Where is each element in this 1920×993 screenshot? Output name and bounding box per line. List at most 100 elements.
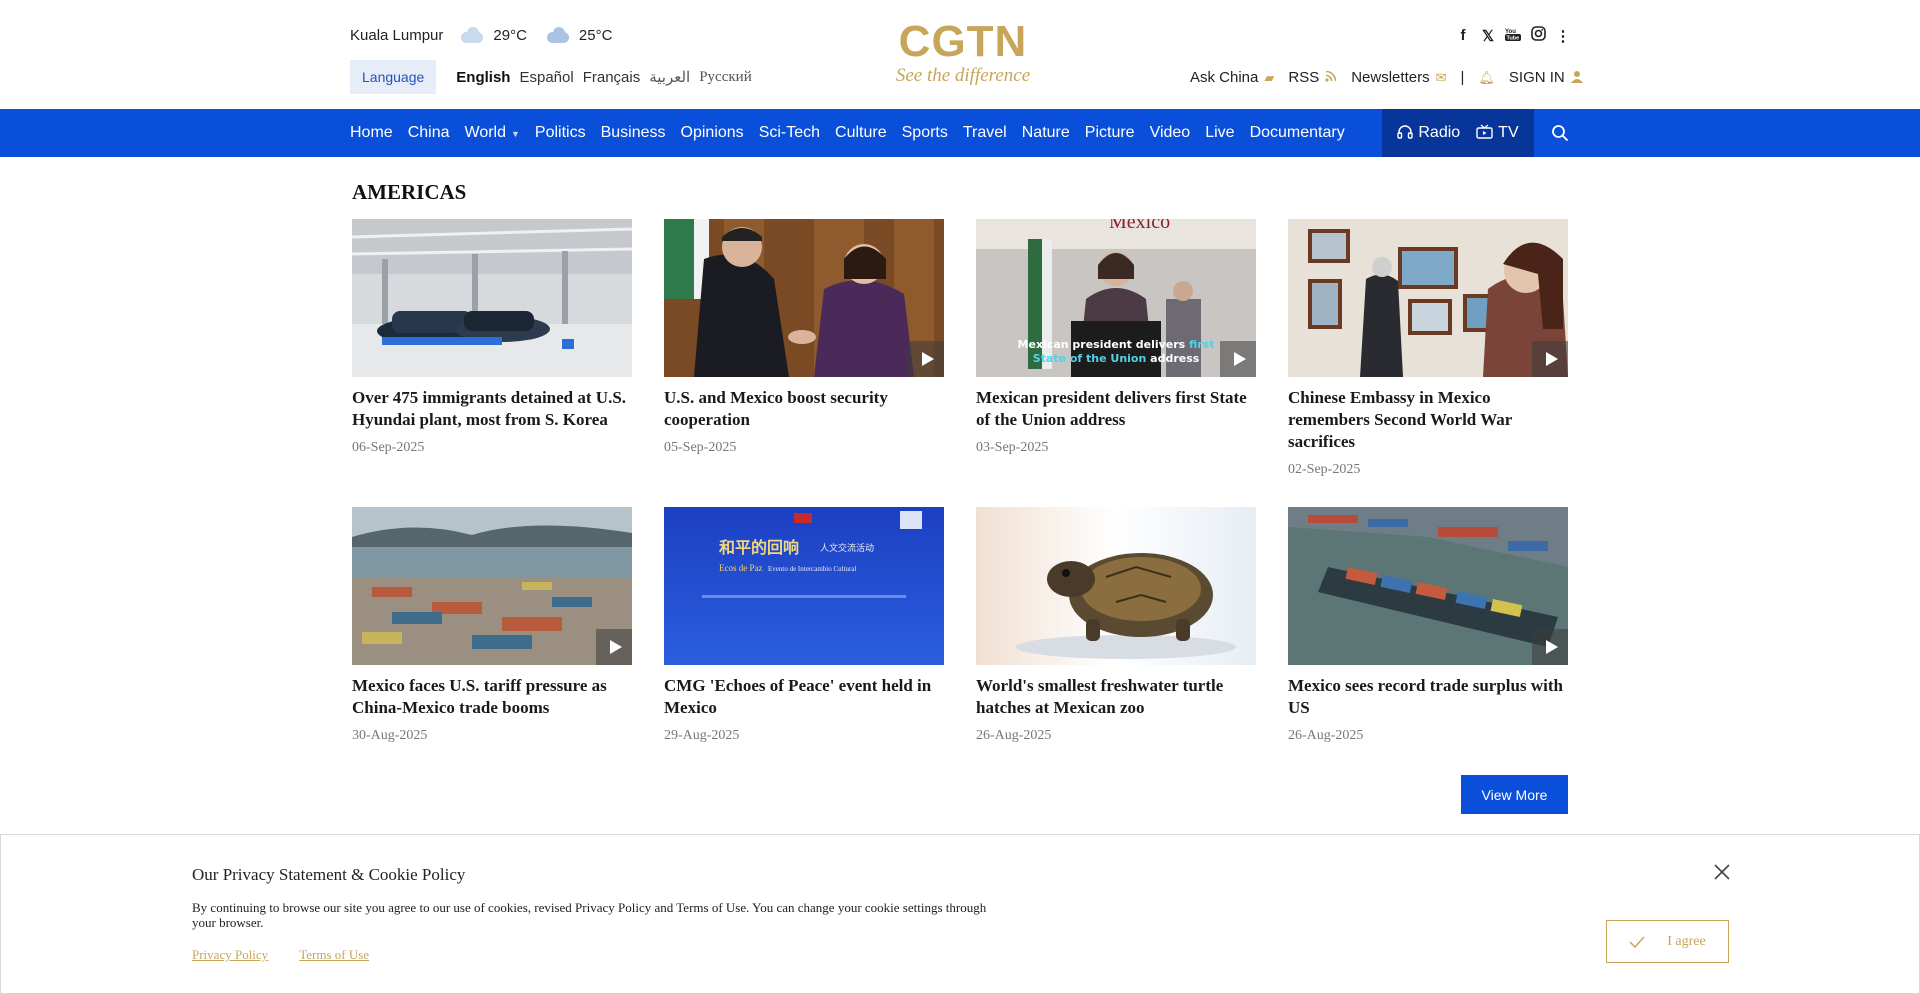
article-headline[interactable]: Over 475 immigrants detained at U.S. Hyu… — [352, 387, 632, 431]
notifications-bell[interactable]: 🔔︎ — [1478, 70, 1495, 86]
nav-documentary[interactable]: Documentary — [1250, 124, 1345, 142]
newsletters-link[interactable]: Newsletters ✉ — [1351, 69, 1446, 86]
privacy-policy-link[interactable]: Privacy Policy — [192, 947, 268, 962]
article-thumbnail[interactable] — [352, 507, 632, 665]
nav-sci-tech[interactable]: Sci-Tech — [759, 124, 820, 142]
facebook-icon[interactable]: f — [1455, 27, 1471, 44]
nav-china[interactable]: China — [408, 124, 450, 142]
play-icon[interactable] — [1532, 629, 1568, 665]
article-headline[interactable]: Mexican president delivers first State o… — [976, 387, 1256, 431]
article-headline[interactable]: Mexico faces U.S. tariff pressure as Chi… — [352, 675, 632, 719]
article-date: 26-Aug-2025 — [1288, 728, 1364, 743]
cookie-title: Our Privacy Statement & Cookie Policy — [192, 865, 466, 884]
nav-opinions[interactable]: Opinions — [681, 124, 744, 142]
play-icon[interactable] — [1532, 341, 1568, 377]
close-icon[interactable] — [1713, 863, 1731, 881]
cookie-text: By continuing to browse our site you agr… — [192, 900, 987, 930]
language-switcher: Language English Español Français العربي… — [350, 60, 761, 94]
nav-picture[interactable]: Picture — [1085, 124, 1135, 142]
terms-of-use-link[interactable]: Terms of Use — [299, 947, 369, 962]
article-date: 29-Aug-2025 — [664, 728, 740, 743]
x-icon[interactable]: 𝕏 — [1480, 27, 1496, 45]
article-headline[interactable]: CMG 'Echoes of Peace' event held in Mexi… — [664, 675, 944, 719]
article-thumbnail[interactable] — [664, 219, 944, 377]
view-more-button[interactable]: View More — [1461, 775, 1568, 814]
lang-english[interactable]: English — [456, 69, 510, 86]
article-thumbnail[interactable]: Mexico Mexican president delivers first … — [976, 219, 1256, 377]
main-nav: Home China World ▼ Politics Business Opin… — [0, 109, 1920, 157]
nav-video[interactable]: Video — [1150, 124, 1191, 142]
more-icon[interactable]: ⋮ — [1555, 27, 1571, 45]
language-button[interactable]: Language — [350, 60, 437, 94]
nav-sports[interactable]: Sports — [902, 124, 948, 142]
article-card[interactable]: Chinese Embassy in Mexico remembers Seco… — [1288, 219, 1568, 478]
play-icon[interactable] — [908, 341, 944, 377]
instagram-icon[interactable] — [1530, 26, 1546, 45]
article-thumbnail[interactable]: 和平的回响 人文交流活动 Ecos de Paz Evento de Inter… — [664, 507, 944, 665]
article-card[interactable]: World's smallest freshwater turtle hatch… — [976, 507, 1256, 744]
overlay-top-text: Mexico — [1109, 219, 1170, 233]
agree-button[interactable]: I agree — [1606, 920, 1729, 963]
article-date: 06-Sep-2025 — [352, 440, 425, 455]
tv-link[interactable]: TV — [1476, 124, 1519, 143]
mail-icon: ✉ — [1435, 69, 1447, 85]
article-card[interactable]: Mexico Mexican president delivers first … — [976, 219, 1256, 456]
article-thumbnail[interactable] — [976, 507, 1256, 665]
svg-text:Tube: Tube — [1507, 35, 1520, 41]
agree-label: I agree — [1667, 933, 1706, 949]
header-links: Ask China ▰ RSS Newsletters ✉ | 🔔︎ SIGN … — [1190, 69, 1597, 86]
site-header: Kuala Lumpur 29°C 25°C Language English … — [0, 0, 1920, 109]
article-headline[interactable]: World's smallest freshwater turtle hatch… — [976, 675, 1256, 719]
article-headline[interactable]: U.S. and Mexico boost security cooperati… — [664, 387, 944, 431]
overlay-text-d: address — [1146, 352, 1199, 365]
article-card[interactable]: 和平的回响 人文交流活动 Ecos de Paz Evento de Inter… — [664, 507, 944, 744]
cgtn-logo[interactable]: CGTN See the difference — [893, 20, 1033, 86]
rss-icon — [1325, 70, 1337, 85]
play-icon[interactable] — [596, 629, 632, 665]
poster-subtitle-cn: 人文交流活动 — [820, 542, 874, 554]
search-icon[interactable] — [1548, 121, 1572, 145]
checkmark-icon — [1629, 935, 1645, 948]
nav-business[interactable]: Business — [601, 124, 666, 142]
nav-home[interactable]: Home — [350, 124, 393, 142]
nav-culture[interactable]: Culture — [835, 124, 887, 142]
header-separator: | — [1460, 69, 1465, 86]
article-card[interactable]: Mexico sees record trade surplus with US… — [1288, 507, 1568, 744]
weather-city: Kuala Lumpur — [350, 26, 444, 44]
poster-title-es: Ecos de Paz — [719, 563, 762, 573]
overlay-text-b: first — [1189, 338, 1214, 351]
article-thumbnail[interactable] — [1288, 219, 1568, 377]
nav-nature[interactable]: Nature — [1022, 124, 1070, 142]
nav-politics[interactable]: Politics — [535, 124, 586, 142]
lang-francais[interactable]: Français — [583, 69, 641, 86]
article-card[interactable]: Mexico faces U.S. tariff pressure as Chi… — [352, 507, 632, 744]
bell-icon: 🔔︎ — [1478, 69, 1495, 85]
lang-russian[interactable]: Русский — [699, 69, 752, 86]
article-thumbnail[interactable] — [352, 219, 632, 377]
nav-world[interactable]: World ▼ — [465, 124, 520, 142]
article-card[interactable]: Over 475 immigrants detained at U.S. Hyu… — [352, 219, 632, 456]
article-date: 02-Sep-2025 — [1288, 462, 1361, 477]
article-thumbnail[interactable] — [1288, 507, 1568, 665]
article-headline[interactable]: Mexico sees record trade surplus with US — [1288, 675, 1568, 719]
ask-china-link[interactable]: Ask China ▰ — [1190, 69, 1274, 86]
book-icon: ▰ — [1264, 69, 1275, 85]
article-card[interactable]: U.S. and Mexico boost security cooperati… — [664, 219, 944, 456]
rain-icon — [545, 26, 571, 44]
lang-arabic[interactable]: العربية — [649, 68, 690, 87]
lang-espanol[interactable]: Español — [519, 69, 573, 86]
weather-temp-next: 25°C — [578, 26, 613, 44]
rss-link[interactable]: RSS — [1288, 69, 1337, 86]
nav-list: Home China World ▼ Politics Business Opin… — [350, 109, 1360, 157]
sign-in-link[interactable]: SIGN IN — [1509, 69, 1583, 86]
article-headline[interactable]: Chinese Embassy in Mexico remembers Seco… — [1288, 387, 1568, 453]
poster-title-cn: 和平的回响 — [719, 538, 799, 557]
play-icon[interactable] — [1220, 341, 1256, 377]
nav-live[interactable]: Live — [1205, 124, 1234, 142]
youtube-icon[interactable]: You Tube — [1505, 27, 1521, 45]
nav-travel[interactable]: Travel — [963, 124, 1007, 142]
tv-icon — [1476, 124, 1493, 143]
radio-link[interactable]: Radio — [1397, 124, 1460, 143]
nav-world-label: World — [464, 124, 507, 141]
cookie-links: Privacy Policy Terms of Use — [192, 947, 397, 963]
